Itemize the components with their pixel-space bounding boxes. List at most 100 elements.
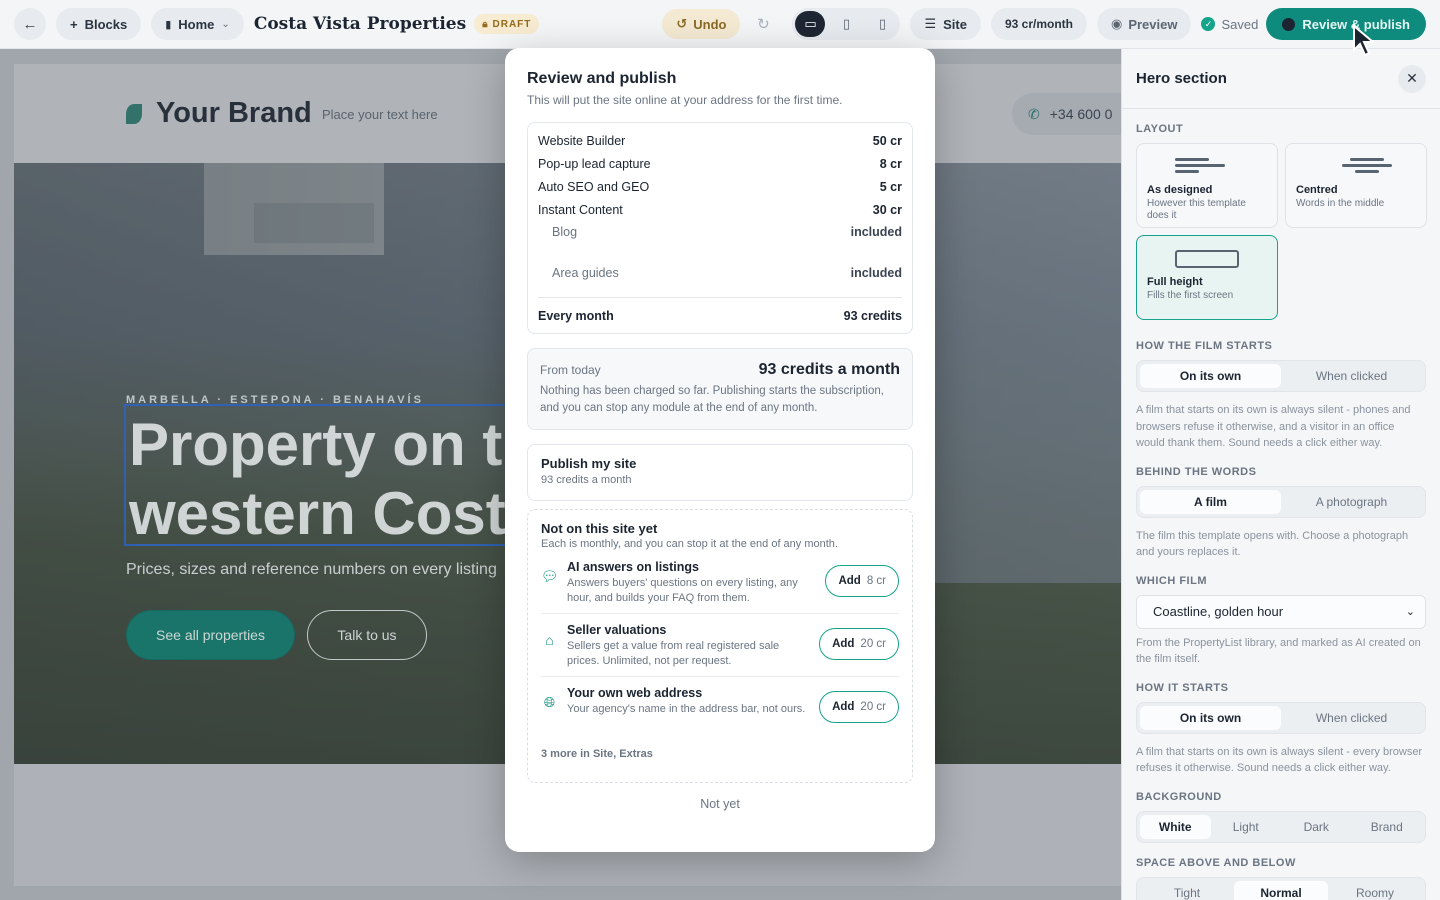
preview-button[interactable]: ◉ Preview [1096, 8, 1192, 40]
redo-icon: ↻ [757, 16, 770, 33]
film-starts-own-option[interactable]: On its own [1140, 364, 1281, 388]
hero-settings-panel: Hero section ✕ LAYOUT As designed Howeve… [1121, 49, 1440, 900]
line-item-sub: Blog included [552, 225, 902, 239]
background-light-option[interactable]: Light [1211, 815, 1282, 839]
publish-icon [1282, 17, 1296, 31]
check-icon: ✓ [1201, 17, 1216, 31]
chevron-down-icon: ⌄ [1405, 606, 1415, 618]
module-ai-answers: 💬︎ AI answers on listings Answers buyers… [541, 560, 899, 614]
add-web-address-button[interactable]: Add 20 cr [819, 691, 899, 723]
add-ai-answers-button[interactable]: Add 8 cr [825, 565, 899, 597]
dialog-title: Review and publish [527, 70, 677, 87]
hero-subtitle: Prices, sizes and reference numbers on e… [126, 561, 497, 578]
layout-as-designed[interactable]: As designed However this template does i… [1136, 143, 1278, 228]
house-tag-icon: ⌂ [545, 631, 554, 648]
dialog-subtitle: This will put the site online at your ad… [527, 93, 843, 107]
how-starts-own-option[interactable]: On its own [1140, 705, 1281, 730]
see-all-properties-button[interactable]: See all properties [126, 610, 295, 660]
space-normal-option[interactable]: Normal [1234, 880, 1328, 900]
layout-left-icon [1147, 154, 1267, 178]
page-selector[interactable]: ▮ Home ⌄ [151, 8, 244, 40]
background-label: BACKGROUND [1136, 790, 1222, 803]
background-white-option[interactable]: White [1140, 814, 1211, 839]
talk-to-us-button[interactable]: Talk to us [307, 610, 427, 660]
layout-centred[interactable]: Centred Words in the middle [1285, 143, 1427, 228]
not-yet-button[interactable]: Not yet [527, 797, 913, 811]
price-breakdown: Website Builder 50 cr Pop-up lead capture… [527, 122, 913, 334]
which-film-select[interactable]: Coastline, golden hour ⌄ [1136, 594, 1426, 629]
from-today-summary: From today 93 credits a month Nothing ha… [527, 348, 913, 430]
how-starts-toggle: On its own When clicked [1136, 701, 1426, 734]
site-title: Costa Vista Properties [253, 14, 467, 34]
layout-section-label: LAYOUT [1136, 123, 1184, 135]
review-publish-button[interactable]: Review & publish [1266, 8, 1426, 40]
saved-status: ✓ Saved [1201, 17, 1258, 32]
mouse-cursor-icon [1353, 24, 1376, 57]
desktop-icon: ▭ [804, 16, 817, 31]
film-starts-help: A film that starts on its own is always … [1136, 404, 1411, 449]
site-settings-button[interactable]: ☰ Site [910, 8, 981, 40]
close-icon: ✕ [1406, 70, 1418, 86]
line-item: Pop-up lead capture 8 cr [538, 156, 902, 171]
space-roomy-option[interactable]: Roomy [1328, 881, 1422, 900]
film-starts-label: HOW THE FILM STARTS [1136, 340, 1273, 352]
behind-words-label: BEHIND THE WORDS [1136, 465, 1257, 478]
chevron-down-icon: ⌄ [221, 18, 230, 30]
undo-icon: ↺ [676, 16, 688, 31]
panel-title: Hero section [1136, 70, 1227, 87]
plus-icon: + [70, 16, 78, 32]
globe-icon: 🌐︎ [543, 694, 556, 710]
eye-icon: ◉ [1110, 16, 1123, 31]
layout-full-height[interactable]: Full height Fills the first screen [1136, 235, 1278, 320]
how-starts-label: HOW IT STARTS [1136, 681, 1229, 694]
which-film-label: WHICH FILM [1136, 574, 1207, 587]
lock-icon: 🔒︎ [482, 18, 489, 30]
background-toggle: White Light Dark Brand [1136, 810, 1426, 843]
mobile-view-button[interactable]: ▯ [867, 11, 897, 37]
back-button[interactable]: ← [14, 8, 46, 40]
how-starts-help: A film that starts on its own is always … [1136, 745, 1423, 775]
device-switcher: ▭ ▯ ▯ [792, 8, 901, 40]
page-icon: ▮ [165, 18, 172, 31]
mobile-icon: ▯ [878, 16, 887, 31]
blocks-button[interactable]: + Blocks [56, 8, 142, 40]
extras-list: Not on this site yet Each is monthly, an… [527, 509, 913, 783]
space-label: SPACE ABOVE AND BELOW [1136, 856, 1296, 869]
more-extras-link[interactable]: 3 more in Site, Extras [541, 748, 899, 760]
blocks-label: Blocks [84, 16, 128, 32]
line-item: Instant Content 30 cr [538, 202, 902, 217]
page-label: Home [178, 16, 215, 32]
undo-button[interactable]: ↺ Undo [662, 9, 741, 39]
credits-indicator[interactable]: 93 cr/month [990, 8, 1087, 40]
space-toggle: Tight Normal Roomy [1136, 876, 1426, 900]
redo-button[interactable]: ↻ [748, 9, 778, 39]
tablet-icon: ▯ [842, 16, 851, 31]
review-publish-dialog: Review and publish This will put the sit… [505, 48, 935, 852]
layout-full-icon [1147, 246, 1267, 270]
background-brand-option[interactable]: Brand [1352, 815, 1423, 839]
draft-badge: 🔒︎ DRAFT [474, 14, 540, 34]
behind-words-help: The film this template opens with. Choos… [1136, 529, 1409, 559]
background-dark-option[interactable]: Dark [1281, 815, 1352, 839]
sliders-icon: ☰ [924, 16, 937, 31]
line-item: Website Builder 50 cr [538, 133, 902, 148]
which-film-help: From the PropertyList library, and marke… [1136, 636, 1421, 666]
film-starts-toggle: On its own When clicked [1136, 360, 1426, 392]
desktop-view-button[interactable]: ▭ [795, 11, 826, 37]
behind-words-toggle: A film A photograph [1136, 485, 1426, 518]
how-starts-clicked-option[interactable]: When clicked [1281, 706, 1422, 730]
publish-my-site-button[interactable]: Publish my site 93 credits a month [527, 444, 913, 501]
behind-photo-option[interactable]: A photograph [1281, 490, 1422, 514]
add-seller-valuations-button[interactable]: Add 20 cr [819, 628, 899, 660]
module-web-address: 🌐︎ Your own web address Your agency's na… [541, 677, 899, 740]
chat-bubbles-icon: 💬︎ [540, 568, 559, 584]
film-starts-clicked-option[interactable]: When clicked [1281, 364, 1422, 388]
line-item: Auto SEO and GEO 5 cr [538, 179, 902, 194]
behind-film-option[interactable]: A film [1140, 489, 1281, 514]
panel-close-button[interactable]: ✕ [1398, 64, 1426, 93]
monthly-total: Every month 93 credits [538, 297, 902, 333]
space-tight-option[interactable]: Tight [1140, 881, 1234, 900]
tablet-view-button[interactable]: ▯ [831, 11, 861, 37]
arrow-left-icon: ← [22, 15, 38, 33]
editor-toolbar: ← + Blocks ▮ Home ⌄ Costa Vista Properti… [0, 0, 1440, 49]
